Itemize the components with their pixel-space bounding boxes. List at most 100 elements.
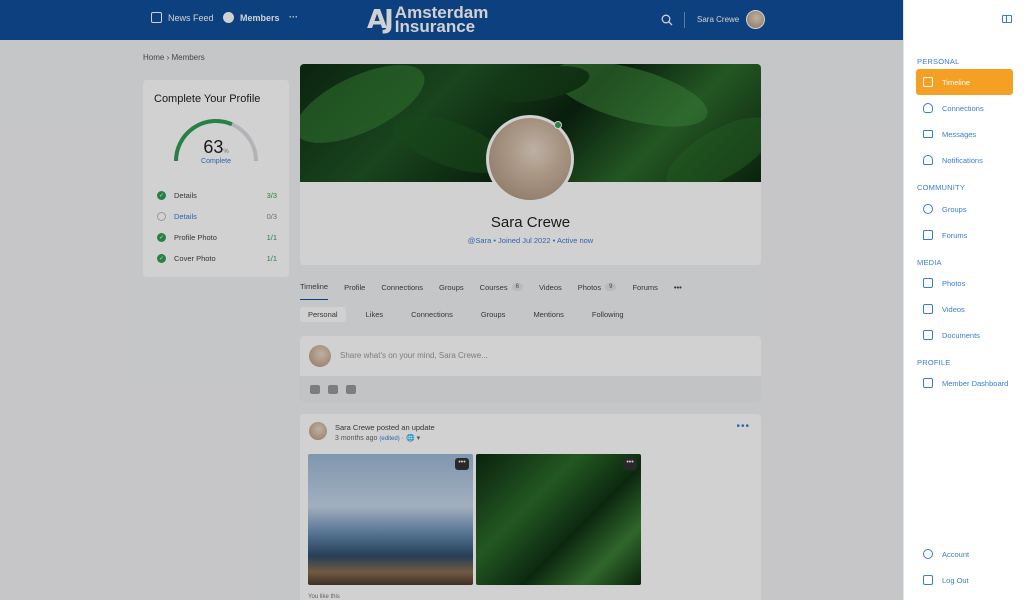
gear-icon (923, 549, 933, 559)
sidebar-item-videos[interactable]: Videos (916, 296, 1013, 322)
online-status-indicator (554, 121, 562, 129)
logo-mark: AJ (367, 5, 394, 35)
section-personal: PERSONAL (917, 57, 960, 66)
groups-icon (923, 204, 933, 214)
step-item[interactable]: ✓ Details 3/3 (157, 185, 277, 206)
camera-icon[interactable] (310, 385, 320, 394)
composer-input[interactable]: Share what's on your mind, Sara Crewe... (340, 351, 488, 360)
check-icon: ✓ (157, 191, 166, 200)
post-author-line: Sara Crewe posted an update (335, 423, 435, 432)
subtab-following[interactable]: Following (584, 307, 632, 322)
profile-avatar[interactable] (486, 115, 574, 203)
sidebar-item-account[interactable]: Account (916, 541, 1013, 567)
widget-title: Complete Your Profile (154, 93, 261, 105)
chevron-down-icon[interactable]: ▾ (417, 435, 421, 442)
subtab-mentions[interactable]: Mentions (525, 307, 571, 322)
profile-header: Sara Crewe @Sara • Joined Jul 2022 • Act… (300, 64, 761, 265)
members-label: Members (240, 12, 280, 23)
subtab-personal[interactable]: Personal (300, 307, 346, 322)
mail-icon (923, 130, 933, 138)
step-item[interactable]: ✓ Profile Photo 1/1 (157, 227, 277, 248)
tab-timeline[interactable]: Timeline (300, 282, 329, 300)
news-feed-link[interactable]: News Feed (151, 12, 214, 23)
sidebar-item-logout[interactable]: Log Out (916, 567, 1013, 593)
profile-name: Sara Crewe (490, 214, 571, 231)
sidebar-item-connections[interactable]: Connections (916, 95, 1013, 121)
section-profile: PROFILE (917, 358, 951, 367)
section-media: MEDIA (917, 258, 942, 267)
timeline-icon (923, 77, 933, 87)
activity-post: Sara Crewe posted an update 3 months ago… (300, 414, 761, 600)
complete-profile-widget: Complete Your Profile 63% Complete ✓ Det… (143, 80, 289, 277)
tab-more[interactable]: ••• (674, 282, 682, 300)
search-button[interactable] (661, 13, 673, 26)
post-author-avatar[interactable] (309, 422, 327, 440)
image-icon (923, 278, 933, 288)
subtab-likes[interactable]: Likes (358, 307, 392, 322)
side-panel: PERSONAL Timeline Connections Messages N… (903, 0, 1024, 600)
news-feed-label: News Feed (168, 12, 214, 23)
post-photo[interactable]: ••• (308, 454, 473, 585)
logout-icon (923, 575, 933, 585)
subtab-connections[interactable]: Connections (403, 307, 461, 322)
subtab-groups[interactable]: Groups (473, 307, 514, 322)
tab-connections[interactable]: Connections (381, 282, 423, 300)
tab-forums[interactable]: Forums (632, 282, 657, 300)
tab-groups[interactable]: Groups (439, 282, 464, 300)
chat-icon (923, 230, 933, 240)
sidebar-item-notifications[interactable]: Notifications (916, 147, 1013, 173)
video-icon[interactable] (328, 385, 338, 394)
step-item[interactable]: ✓ Cover Photo 1/1 (157, 248, 277, 269)
panel-toggle-icon[interactable] (1002, 15, 1012, 23)
section-community: COMMUNITY (917, 183, 966, 192)
top-navigation-bar: News Feed Members ··· AJ Amsterdam Insur… (0, 0, 903, 40)
folder-icon (923, 330, 933, 340)
photo-more-button[interactable]: ••• (623, 458, 637, 470)
tab-profile[interactable]: Profile (344, 282, 365, 300)
post-more-button[interactable]: ••• (736, 421, 750, 432)
tab-courses[interactable]: Courses 6 (480, 282, 523, 300)
video-icon (923, 304, 933, 314)
globe-icon[interactable]: 🌐 (406, 435, 415, 442)
timeline-subtabs: Personal Likes Connections Groups Mentio… (300, 307, 644, 322)
sidebar-item-member-dashboard[interactable]: Member Dashboard (916, 370, 1013, 396)
tab-photos[interactable]: Photos 9 (578, 282, 617, 300)
progress-percent: 63% (203, 137, 229, 157)
main-app: News Feed Members ··· AJ Amsterdam Insur… (0, 0, 903, 600)
more-label: ··· (289, 12, 298, 22)
users-icon (923, 103, 933, 113)
search-icon (661, 14, 673, 26)
brand-logo[interactable]: AJ Amsterdam Insurance (367, 4, 488, 36)
profile-steps: ✓ Details 3/3 Details 0/3 ✓ Profile Phot… (157, 185, 277, 269)
post-photo[interactable]: ••• (476, 454, 641, 585)
like-summary: You like this (308, 594, 340, 600)
profile-meta: @Sara • Joined Jul 2022 • Active now (467, 236, 594, 245)
sidebar-item-photos[interactable]: Photos (916, 270, 1013, 296)
check-icon: ✓ (157, 233, 166, 242)
logo-line2: Insurance (394, 17, 476, 36)
sidebar-item-messages[interactable]: Messages (916, 121, 1013, 147)
step-item[interactable]: Details 0/3 (157, 206, 277, 227)
check-icon: ✓ (157, 254, 166, 263)
topbar-divider (684, 12, 685, 28)
count-badge: 6 (511, 283, 523, 291)
composer-avatar (309, 345, 331, 367)
sidebar-item-timeline[interactable]: Timeline (916, 69, 1013, 95)
document-icon (923, 378, 933, 388)
progress-label: Complete (201, 158, 231, 165)
members-link[interactable]: Members (223, 12, 280, 23)
post-composer: Share what's on your mind, Sara Crewe... (300, 336, 761, 402)
more-menu-button[interactable]: ··· (289, 12, 298, 22)
sidebar-item-forums[interactable]: Forums (916, 222, 1013, 248)
count-badge: 9 (605, 283, 617, 291)
document-icon[interactable] (346, 385, 356, 394)
user-name: Sara Crewe (697, 15, 740, 24)
user-menu[interactable]: Sara Crewe (697, 10, 766, 29)
sidebar-item-groups[interactable]: Groups (916, 196, 1013, 222)
sidebar-item-documents[interactable]: Documents (916, 322, 1013, 348)
breadcrumb[interactable]: Home › Members (143, 53, 205, 62)
members-icon (223, 12, 234, 23)
tab-videos[interactable]: Videos (539, 282, 562, 300)
photo-more-button[interactable]: ••• (455, 458, 469, 470)
user-avatar (746, 10, 766, 29)
